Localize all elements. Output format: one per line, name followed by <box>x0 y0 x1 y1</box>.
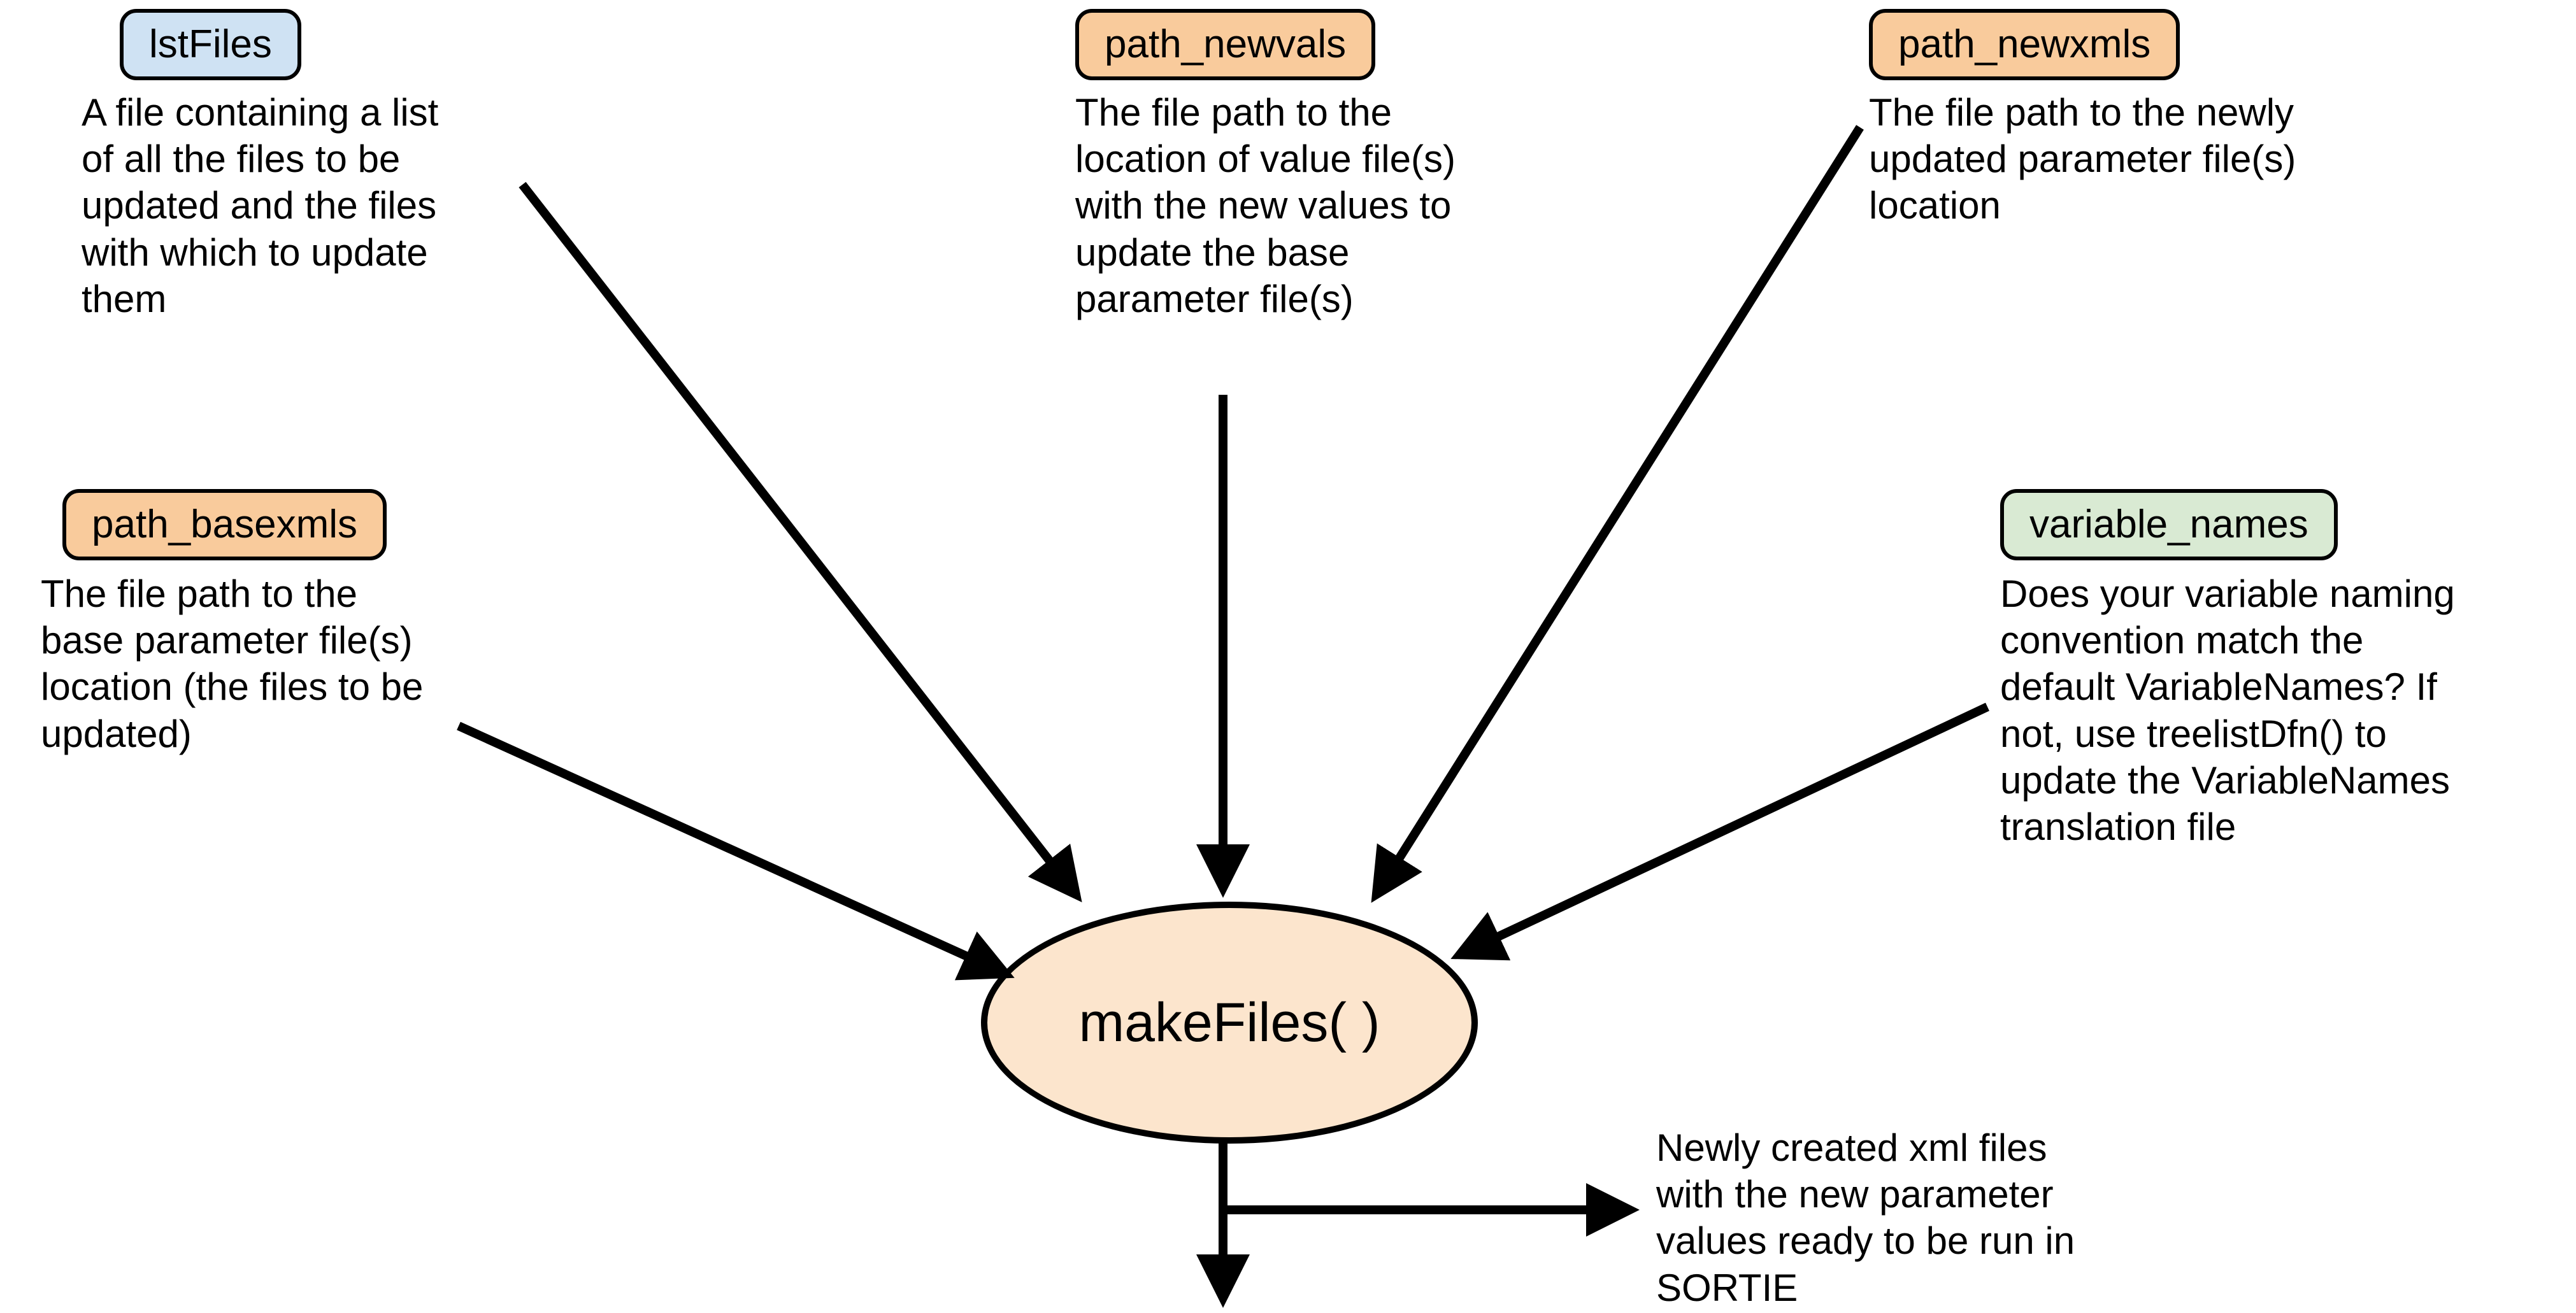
node-path-newvals: path_newvals <box>1075 9 1375 80</box>
node-variable-names: variable_names <box>2000 489 2338 560</box>
node-lstfiles-label: lstFiles <box>149 22 272 66</box>
node-path-newvals-label: path_newvals <box>1105 22 1346 66</box>
arrow-variable-names <box>1459 707 1987 955</box>
desc-path-newxmls: The file path to the newly updated param… <box>1869 89 2328 229</box>
node-path-basexmls-label: path_basexmls <box>92 502 357 546</box>
center-function: makeFiles( ) <box>981 902 1478 1144</box>
center-function-label: makeFiles( ) <box>1078 991 1380 1054</box>
node-path-basexmls: path_basexmls <box>62 489 387 560</box>
node-path-newxmls-label: path_newxmls <box>1898 22 2150 66</box>
arrow-lstfiles <box>522 185 1077 895</box>
desc-output: Newly created xml files with the new par… <box>1656 1125 2115 1311</box>
arrow-path-basexmls <box>459 726 1006 974</box>
desc-path-newvals: The file path to the location of value f… <box>1075 89 1483 322</box>
node-path-newxmls: path_newxmls <box>1869 9 2180 80</box>
desc-lstfiles: A file containing a list of all the file… <box>82 89 476 322</box>
node-variable-names-label: variable_names <box>2029 502 2308 546</box>
desc-variable-names: Does your variable naming convention mat… <box>2000 571 2484 850</box>
node-lstfiles: lstFiles <box>120 9 301 80</box>
desc-path-basexmls: The file path to the base parameter file… <box>41 571 436 757</box>
